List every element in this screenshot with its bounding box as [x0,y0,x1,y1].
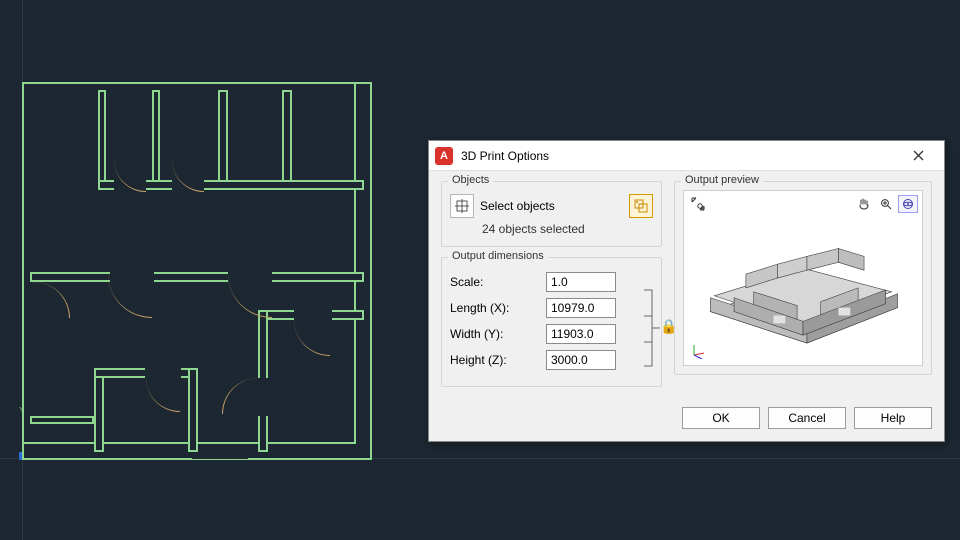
length-label: Length (X): [450,301,546,315]
pan-button[interactable] [854,195,874,213]
pan-icon [857,197,871,211]
dimension-link-bracket [644,284,660,372]
objects-legend: Objects [448,174,493,186]
dialog-button-row: OK Cancel Help [429,401,944,441]
floor-plan-drawing[interactable] [22,82,372,460]
height-label: Height (Z): [450,353,546,367]
output-dimensions-group: Output dimensions Scale: Length (X): Wid… [441,257,662,387]
quick-select-button[interactable] [629,194,653,218]
preview-canvas [690,217,916,347]
zoom-extents-button[interactable] [688,195,708,213]
zoom-extents-icon [691,197,705,211]
selection-count-text: 24 objects selected [482,222,653,236]
zoom-button[interactable] [876,195,896,213]
dialog-title: 3D Print Options [461,149,898,163]
zoom-icon [879,197,893,211]
ok-button[interactable]: OK [682,407,760,429]
crosshair-icon [455,199,469,213]
select-objects-label: Select objects [480,199,555,213]
help-button[interactable]: Help [854,407,932,429]
preview-viewport[interactable] [683,190,923,366]
orbit-icon [901,197,915,211]
output-dimensions-legend: Output dimensions [448,250,548,262]
close-icon [913,150,924,161]
scale-input[interactable] [546,272,616,292]
width-label: Width (Y): [450,327,546,341]
quick-select-icon [634,199,648,213]
output-preview-group: Output preview [674,181,932,375]
objects-group: Objects Select objects 24 objects select… [441,181,662,247]
print3d-options-dialog: A 3D Print Options Objects Select object… [428,140,945,442]
orbit-button[interactable] [898,195,918,213]
preview-ucs-icon [690,343,710,361]
width-input[interactable] [546,324,616,344]
cancel-button[interactable]: Cancel [768,407,846,429]
close-button[interactable] [898,141,938,171]
app-icon: A [435,147,453,165]
dialog-titlebar[interactable]: A 3D Print Options [429,141,944,171]
height-input[interactable] [546,350,616,370]
scale-label: Scale: [450,275,546,289]
output-preview-legend: Output preview [681,174,763,186]
select-objects-button[interactable] [450,194,474,218]
length-input[interactable] [546,298,616,318]
